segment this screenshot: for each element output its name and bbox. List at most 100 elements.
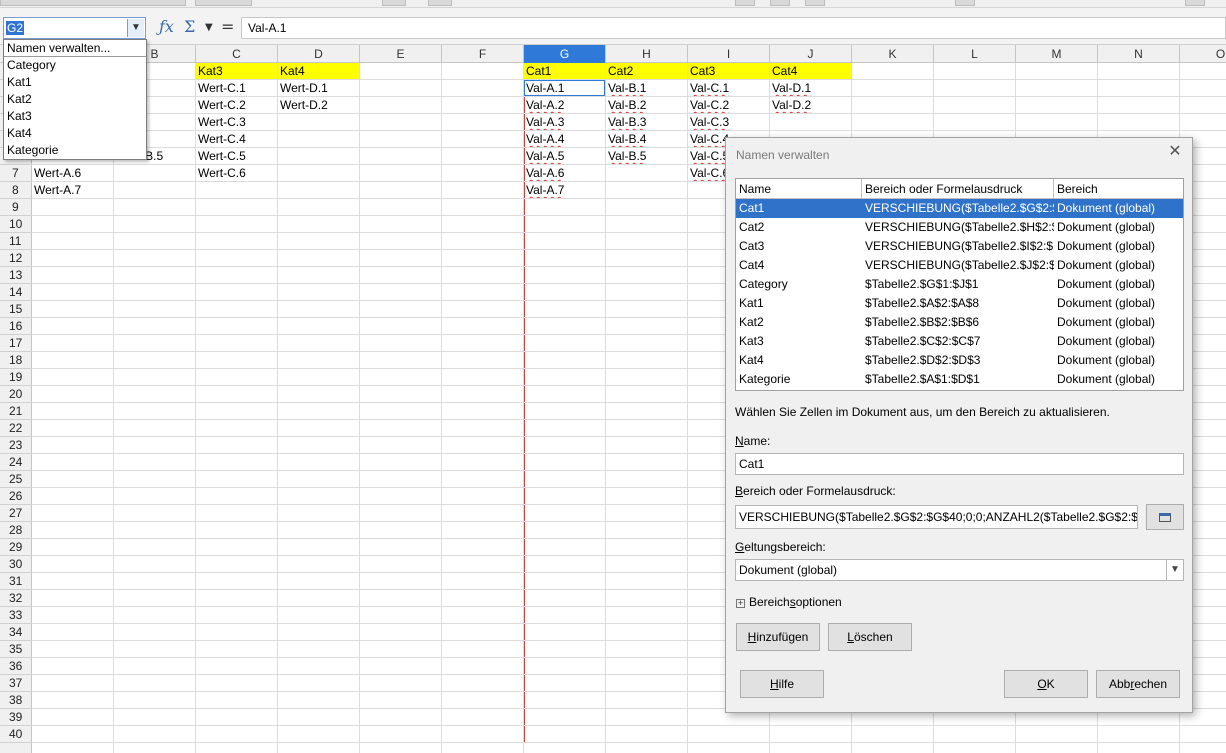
- row-header-27[interactable]: 27: [0, 505, 32, 522]
- name-input[interactable]: Cat1: [735, 453, 1184, 475]
- names-table-row[interactable]: Cat2 VERSCHIEBUNG($Tabelle2.$H$2:$H Dokume…: [736, 218, 1183, 237]
- toolbar-combo-font[interactable]: [0, 0, 186, 6]
- row-header-24[interactable]: 24: [0, 454, 32, 471]
- column-header-name[interactable]: Name: [736, 179, 862, 199]
- names-table-row[interactable]: Kat4 $Tabelle2.$D$2:$D$3 Dokument (global): [736, 351, 1183, 370]
- column-header-l[interactable]: L: [934, 45, 1016, 63]
- column-header-k[interactable]: K: [852, 45, 934, 63]
- chevron-down-icon[interactable]: ▼: [1166, 560, 1183, 580]
- name-box-value[interactable]: G2: [6, 21, 25, 35]
- row-header-35[interactable]: 35: [0, 641, 32, 658]
- row-header-40[interactable]: 40: [0, 726, 32, 743]
- close-icon[interactable]: ✕: [1166, 143, 1184, 161]
- cell-i3[interactable]: Val-C.2: [688, 97, 769, 114]
- row-header-10[interactable]: 10: [0, 216, 32, 233]
- function-wizard-icon[interactable]: ƒx: [159, 17, 174, 36]
- column-header-d[interactable]: D: [278, 45, 360, 63]
- cell-j3[interactable]: Val-D.2: [770, 97, 851, 114]
- row-header-39[interactable]: 39: [0, 709, 32, 726]
- names-table-row[interactable]: Kat3 $Tabelle2.$C$2:$C$7 Dokument (global): [736, 332, 1183, 351]
- names-table-row[interactable]: Cat4 VERSCHIEBUNG($Tabelle2.$J$2:$J$4Doku…: [736, 256, 1183, 275]
- row-header-23[interactable]: 23: [0, 437, 32, 454]
- row-header-15[interactable]: 15: [0, 301, 32, 318]
- names-table[interactable]: Name Bereich oder Formelausdruck Bereich…: [735, 178, 1184, 391]
- dropdown-item[interactable]: Kat3: [4, 108, 146, 125]
- cell-a7[interactable]: Wert-A.6: [32, 165, 113, 182]
- chevron-down-icon[interactable]: ▼: [127, 19, 144, 37]
- ok-button[interactable]: OK: [1004, 670, 1088, 698]
- column-header-i[interactable]: I: [688, 45, 770, 63]
- row-header-16[interactable]: 16: [0, 318, 32, 335]
- cell-c5[interactable]: Wert-C.4: [196, 131, 277, 148]
- names-table-row[interactable]: Kat1 $Tabelle2.$A$2:$A$8 Dokument (global): [736, 294, 1183, 313]
- row-header-34[interactable]: 34: [0, 624, 32, 641]
- row-header-33[interactable]: 33: [0, 607, 32, 624]
- toolbar-button[interactable]: [805, 0, 825, 6]
- column-header-n[interactable]: N: [1098, 45, 1180, 63]
- toolbar-button[interactable]: [770, 0, 790, 6]
- scope-select[interactable]: Dokument (global) ▼: [735, 559, 1184, 581]
- cell-c7[interactable]: Wert-C.6: [196, 165, 277, 182]
- row-header-31[interactable]: 31: [0, 573, 32, 590]
- cell-j1[interactable]: Cat4: [770, 63, 851, 80]
- toolbar-button[interactable]: [735, 0, 755, 6]
- row-header-8[interactable]: 8: [0, 182, 32, 199]
- formula-input[interactable]: Val-A.1: [241, 17, 1226, 39]
- column-header-c[interactable]: C: [196, 45, 278, 63]
- row-header-17[interactable]: 17: [0, 335, 32, 352]
- cell-c1[interactable]: Kat3: [196, 63, 277, 80]
- toolbar-button[interactable]: [1185, 0, 1205, 6]
- column-header-expression[interactable]: Bereich oder Formelausdruck: [862, 179, 1054, 199]
- shrink-button[interactable]: [1146, 504, 1184, 530]
- range-options-expander[interactable]: + Bereichsoptionen: [736, 595, 842, 609]
- dropdown-item[interactable]: Kat1: [4, 74, 146, 91]
- cell-i1[interactable]: Cat3: [688, 63, 769, 80]
- toolbar-button[interactable]: [382, 0, 406, 6]
- row-header-22[interactable]: 22: [0, 420, 32, 437]
- delete-button[interactable]: Löschen: [828, 623, 912, 651]
- row-header-37[interactable]: 37: [0, 675, 32, 692]
- cell-c2[interactable]: Wert-C.1: [196, 80, 277, 97]
- cell-h4[interactable]: Val-B.3: [606, 114, 687, 131]
- row-header-20[interactable]: 20: [0, 386, 32, 403]
- expression-input[interactable]: VERSCHIEBUNG($Tabelle2.$G$2:$G$40;0;0;AN…: [735, 505, 1138, 529]
- names-table-row[interactable]: Category $Tabelle2.$G$1:$J$1 Dokument (glo…: [736, 275, 1183, 294]
- cell-j2[interactable]: Val-D.1: [770, 80, 851, 97]
- cell-c6[interactable]: Wert-C.5: [196, 148, 277, 165]
- row-header-36[interactable]: 36: [0, 658, 32, 675]
- cell-d1[interactable]: Kat4: [278, 63, 359, 80]
- name-box[interactable]: G2 ▼: [3, 17, 146, 39]
- names-table-row[interactable]: Kat2 $Tabelle2.$B$2:$B$6 Dokument (global): [736, 313, 1183, 332]
- column-header-h[interactable]: H: [606, 45, 688, 63]
- column-header-j[interactable]: J: [770, 45, 852, 63]
- cell-h5[interactable]: Val-B.4: [606, 131, 687, 148]
- row-header-19[interactable]: 19: [0, 369, 32, 386]
- dropdown-item[interactable]: Kat4: [4, 125, 146, 142]
- cancel-button[interactable]: Abbrechen: [1096, 670, 1180, 698]
- row-header-25[interactable]: 25: [0, 471, 32, 488]
- names-table-row[interactable]: Cat1 VERSCHIEBUNG($Tabelle2.$G$2:$G$Dokum…: [736, 199, 1183, 218]
- row-header-13[interactable]: 13: [0, 267, 32, 284]
- column-header-o[interactable]: O: [1180, 45, 1226, 63]
- row-header-38[interactable]: 38: [0, 692, 32, 709]
- column-header-scope[interactable]: Bereich: [1054, 179, 1183, 199]
- cell-g1[interactable]: Cat1: [524, 63, 605, 80]
- manage-names-menu-item[interactable]: Namen verwalten...: [4, 40, 146, 57]
- cell-c4[interactable]: Wert-C.3: [196, 114, 277, 131]
- cell-d2[interactable]: Wert-D.1: [278, 80, 359, 97]
- column-header-g[interactable]: G: [524, 45, 606, 63]
- sum-icon[interactable]: Σ: [184, 17, 195, 36]
- cell-i2[interactable]: Val-C.1: [688, 80, 769, 97]
- row-header-11[interactable]: 11: [0, 233, 32, 250]
- row-header-7[interactable]: 7: [0, 165, 32, 182]
- cell-h3[interactable]: Val-B.2: [606, 97, 687, 114]
- expand-plus-icon[interactable]: +: [736, 599, 745, 608]
- row-header-32[interactable]: 32: [0, 590, 32, 607]
- sum-dropdown-icon[interactable]: ▼: [205, 22, 213, 33]
- cell-a8[interactable]: Wert-A.7: [32, 182, 113, 199]
- cell-h2[interactable]: Val-B.1: [606, 80, 687, 97]
- dropdown-item[interactable]: Kat2: [4, 91, 146, 108]
- toolbar-button[interactable]: [955, 0, 975, 6]
- row-header-21[interactable]: 21: [0, 403, 32, 420]
- column-header-f[interactable]: F: [442, 45, 524, 63]
